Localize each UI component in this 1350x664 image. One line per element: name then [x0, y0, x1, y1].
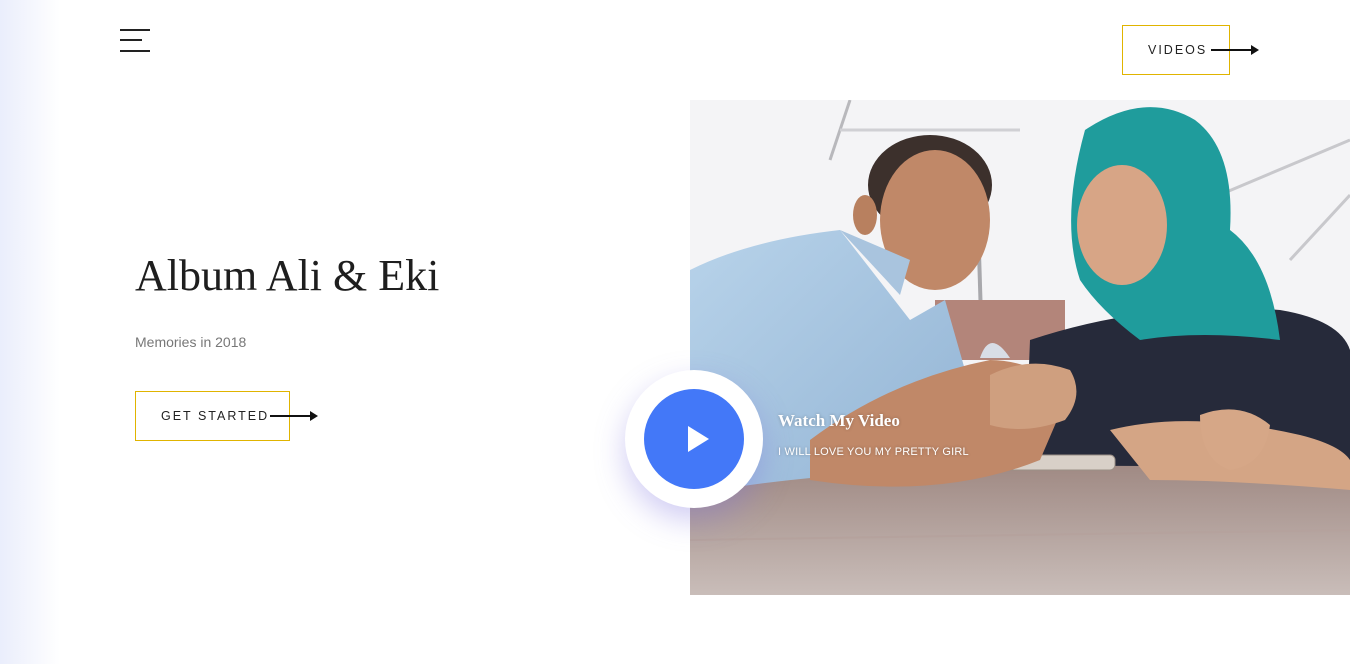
arrow-right-icon — [270, 411, 318, 421]
page: VIDEOS Album Ali & Eki Memories in 2018 … — [0, 0, 1350, 664]
videos-button-label: VIDEOS — [1148, 43, 1208, 57]
get-started-label: GET STARTED — [161, 409, 270, 423]
page-subtitle: Memories in 2018 — [135, 334, 247, 350]
play-video-button[interactable] — [644, 389, 744, 489]
left-edge-glow — [0, 0, 60, 664]
page-title: Album Ali & Eki — [135, 251, 440, 300]
couple-photo — [690, 100, 1350, 595]
play-icon — [688, 426, 709, 452]
video-subtitle: I WILL LOVE YOU MY PRETTY GIRL — [778, 446, 969, 458]
videos-button[interactable]: VIDEOS — [1122, 25, 1259, 75]
get-started-button[interactable]: GET STARTED — [135, 391, 318, 441]
hamburger-icon[interactable] — [120, 29, 152, 53]
arrow-right-icon — [1211, 45, 1259, 55]
video-title: Watch My Video — [778, 411, 900, 430]
